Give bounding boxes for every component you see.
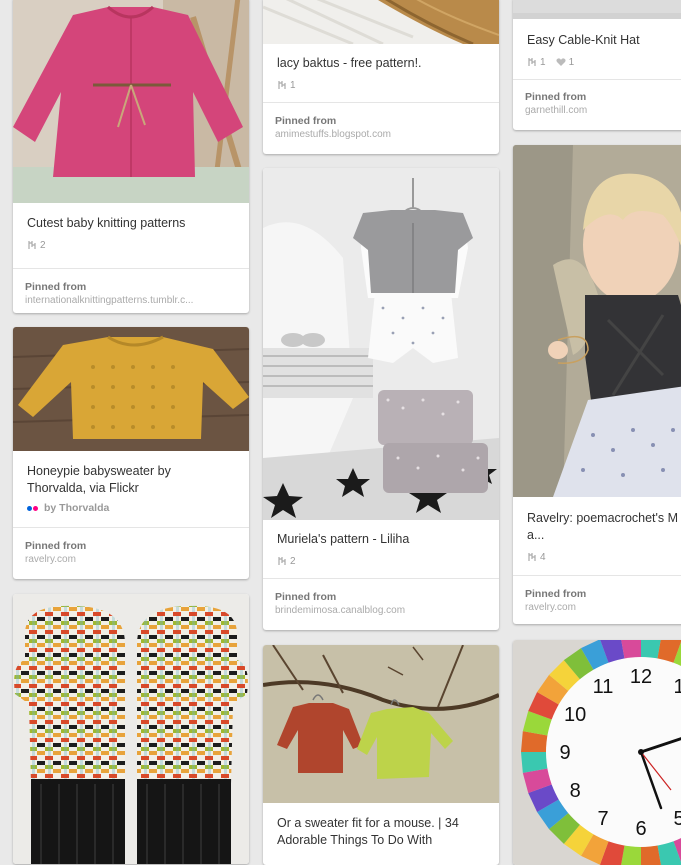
- pin-description-line-1: Honeypie babysweater by: [27, 464, 171, 478]
- clock-number: 9: [559, 742, 570, 764]
- pinned-from[interactable]: Pinned from amimestuffs.blogspot.com: [263, 114, 499, 142]
- pinned-from[interactable]: Pinned from brindemimosa.canalblog.com: [263, 590, 499, 618]
- divider: [13, 527, 249, 528]
- repin-count[interactable]: 2: [277, 556, 296, 567]
- pin-image-knitted-clock[interactable]: 121234567891011: [513, 640, 681, 865]
- pin-stats: 1: [263, 78, 499, 92]
- pin-image-grey-cardigan[interactable]: [263, 168, 499, 520]
- pin-image-mittens[interactable]: [13, 594, 249, 864]
- pinned-from-domain[interactable]: internationalknittingpatterns.tumblr.c..…: [25, 294, 237, 308]
- pinned-from-label: Pinned from: [525, 588, 587, 600]
- repin-icon: [528, 553, 536, 561]
- pin-image-toddler-cardigan[interactable]: [513, 145, 681, 497]
- pin-description-line-1: Ravelry: poemacrochet's M: [527, 511, 679, 525]
- pin-card[interactable]: [13, 594, 249, 864]
- clock-number: 11: [593, 676, 614, 698]
- pin-description[interactable]: Cutest baby knitting patterns: [13, 215, 249, 232]
- repin-count-value: 2: [290, 555, 296, 567]
- repin-count-value: 1: [540, 56, 546, 68]
- pin-description[interactable]: Easy Cable-Knit Hat: [513, 32, 681, 49]
- repin-icon: [28, 241, 36, 249]
- divider: [263, 578, 499, 579]
- like-count-value: 1: [568, 56, 575, 68]
- pin-image-mustard-sweater[interactable]: [13, 327, 249, 451]
- repin-count[interactable]: 1: [277, 80, 296, 91]
- pin-description-line-2: Thorvalda, via Flickr: [27, 481, 139, 495]
- pin-image-lacy-baktus[interactable]: [263, 0, 499, 44]
- pinned-from[interactable]: Pinned from internationalknittingpattern…: [13, 280, 249, 308]
- clock-number: 12: [630, 666, 652, 688]
- divider: [513, 575, 681, 576]
- pinned-from-label: Pinned from: [525, 91, 587, 103]
- repin-count-value: 4: [540, 551, 546, 563]
- repin-icon: [278, 557, 286, 565]
- pin-description[interactable]: Muriela's pattern - Liliha: [263, 531, 499, 548]
- pinned-from[interactable]: Pinned from ravelry.com: [13, 539, 249, 567]
- repin-count-value: 1: [290, 79, 296, 91]
- repin-count[interactable]: 1: [527, 57, 546, 68]
- via-text: by Thorvalda: [44, 502, 110, 514]
- clock-number: 6: [635, 818, 646, 840]
- repin-icon: [528, 58, 536, 66]
- pin-card[interactable]: Or a sweater fit for a mouse. | 34 Adora…: [263, 645, 499, 865]
- pinned-from-domain[interactable]: ravelry.com: [525, 601, 681, 615]
- like-count[interactable]: 1: [556, 56, 575, 68]
- pin-image-tiny-sweaters[interactable]: [263, 645, 499, 803]
- pin-image-cable-hat[interactable]: [513, 0, 681, 19]
- pin-stats: 2: [13, 238, 249, 252]
- clock-number: 10: [564, 704, 586, 726]
- pin-stats: 2: [263, 554, 499, 568]
- pin-description[interactable]: Or a sweater fit for a mouse. | 34 Adora…: [263, 815, 499, 849]
- pin-description[interactable]: lacy baktus - free pattern!.: [263, 55, 499, 72]
- pin-card[interactable]: Cutest baby knitting patterns 2 Pinned f…: [13, 0, 249, 313]
- pinned-from-label: Pinned from: [275, 115, 337, 127]
- heart-icon: [556, 58, 566, 66]
- pin-image-pink-cardigan[interactable]: [13, 0, 249, 203]
- pinned-from-domain[interactable]: ravelry.com: [25, 553, 237, 567]
- pin-card[interactable]: Easy Cable-Knit Hat 1 1 Pinned from garn…: [513, 0, 681, 130]
- pinned-from-domain[interactable]: garnethill.com: [525, 104, 681, 118]
- divider: [263, 102, 499, 103]
- pinned-from-label: Pinned from: [25, 540, 87, 552]
- pin-description[interactable]: Honeypie babysweater by Thorvalda, via F…: [13, 463, 249, 497]
- flickr-icon: [27, 505, 38, 511]
- pin-description-line-2: Adorable Things To Do With: [277, 833, 433, 847]
- repin-count[interactable]: 4: [527, 552, 546, 563]
- pin-card[interactable]: Honeypie babysweater by Thorvalda, via F…: [13, 327, 249, 579]
- clock-number: 5: [673, 808, 681, 830]
- pin-description[interactable]: Ravelry: poemacrochet's M a...: [513, 510, 681, 544]
- pinned-from[interactable]: Pinned from garnethill.com: [513, 90, 681, 118]
- pin-card[interactable]: 121234567891011: [513, 640, 681, 865]
- clock-number: 8: [570, 780, 581, 802]
- pin-card[interactable]: Muriela's pattern - Liliha 2 Pinned from…: [263, 168, 499, 630]
- repin-icon: [278, 81, 286, 89]
- pin-card[interactable]: Ravelry: poemacrochet's M a... 4 Pinned …: [513, 145, 681, 624]
- pin-description-line-2: a...: [527, 528, 545, 542]
- divider: [13, 268, 249, 269]
- pinned-from-domain[interactable]: amimestuffs.blogspot.com: [275, 128, 487, 142]
- pinned-from[interactable]: Pinned from ravelry.com: [513, 587, 681, 615]
- divider: [513, 79, 681, 80]
- via-attribution[interactable]: by Thorvalda: [13, 502, 249, 514]
- clock-number: 7: [597, 808, 608, 830]
- pinned-from-domain[interactable]: brindemimosa.canalblog.com: [275, 604, 487, 618]
- pin-stats: 4: [513, 550, 681, 564]
- pinned-from-label: Pinned from: [25, 281, 87, 293]
- pinned-from-label: Pinned from: [275, 591, 337, 603]
- repin-count-value: 2: [40, 239, 46, 251]
- clock-number: 1: [673, 676, 681, 698]
- pin-description-line-1: Or a sweater fit for a mouse. | 34: [277, 816, 459, 830]
- pin-card[interactable]: lacy baktus - free pattern!. 1 Pinned fr…: [263, 0, 499, 154]
- repin-count[interactable]: 2: [27, 240, 46, 251]
- pin-stats: 1 1: [513, 55, 681, 69]
